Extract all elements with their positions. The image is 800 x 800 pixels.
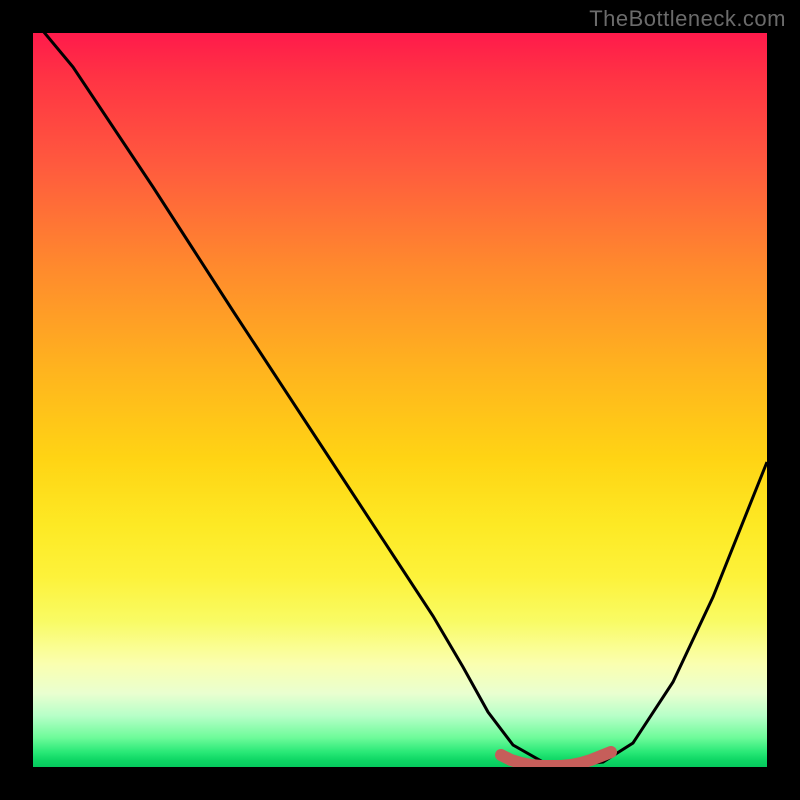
curve-layer <box>33 33 767 767</box>
optimal-band <box>501 752 611 766</box>
plot-area <box>33 33 767 767</box>
watermark-text: TheBottleneck.com <box>589 6 786 32</box>
chart-frame: TheBottleneck.com <box>0 0 800 800</box>
bottleneck-curve <box>33 33 767 765</box>
